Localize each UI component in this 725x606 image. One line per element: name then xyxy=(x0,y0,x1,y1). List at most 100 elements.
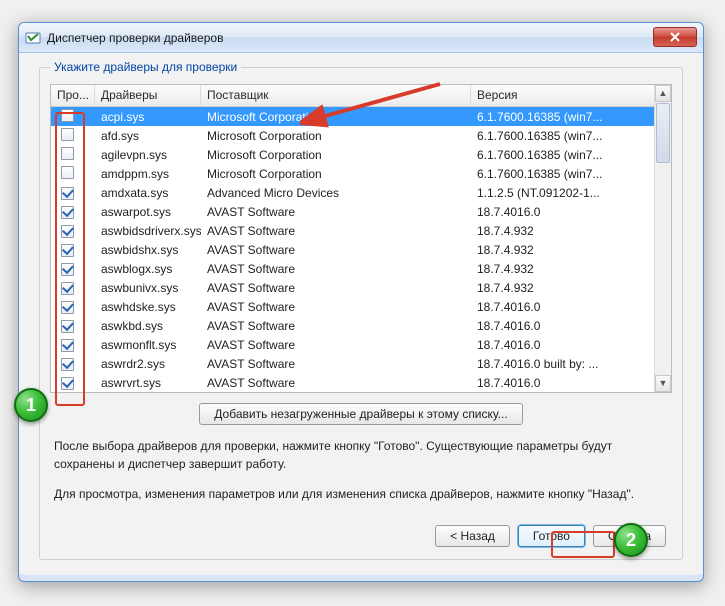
cell-driver: aswbunivx.sys xyxy=(95,280,201,296)
table-row[interactable]: amdppm.sysMicrosoft Corporation6.1.7600.… xyxy=(51,164,671,183)
finish-button[interactable]: Готово xyxy=(518,525,585,547)
cell-version: 1.1.2.5 (NT.091202-1... xyxy=(471,185,671,201)
driver-groupbox: Укажите драйверы для проверки Про... Дра… xyxy=(39,67,683,560)
scroll-thumb[interactable] xyxy=(656,103,670,163)
cancel-button[interactable]: Отмена xyxy=(593,525,666,547)
chevron-up-icon: ▲ xyxy=(659,89,668,98)
cell-vendor: AVAST Software xyxy=(201,337,471,353)
row-checkbox[interactable] xyxy=(61,166,74,179)
cell-vendor: AVAST Software xyxy=(201,261,471,277)
cell-version: 6.1.7600.16385 (win7... xyxy=(471,128,671,144)
row-checkbox[interactable] xyxy=(61,282,74,295)
row-checkbox[interactable] xyxy=(61,109,74,122)
cell-driver: acpi.sys xyxy=(95,109,201,125)
scroll-up-button[interactable]: ▲ xyxy=(655,85,671,102)
cell-version: 18.7.4016.0 xyxy=(471,318,671,334)
table-row[interactable]: aswbidsdriverx.sysAVAST Software18.7.4.9… xyxy=(51,221,671,240)
cell-version: 18.7.4.932 xyxy=(471,261,671,277)
chevron-down-icon: ▼ xyxy=(659,379,668,388)
cell-version: 18.7.4016.0 xyxy=(471,375,671,391)
cell-version: 18.7.4.932 xyxy=(471,242,671,258)
row-checkbox[interactable] xyxy=(61,244,74,257)
table-row[interactable]: amdxata.sysAdvanced Micro Devices1.1.2.5… xyxy=(51,183,671,202)
cell-vendor: AVAST Software xyxy=(201,204,471,220)
table-row[interactable]: aswhdske.sysAVAST Software18.7.4016.0 xyxy=(51,297,671,316)
vertical-scrollbar[interactable]: ▲ ▼ xyxy=(654,85,671,392)
cell-vendor: AVAST Software xyxy=(201,299,471,315)
cell-version: 6.1.7600.16385 (win7... xyxy=(471,109,671,125)
dialog-window: Диспетчер проверки драйверов Укажите дра… xyxy=(18,22,704,582)
cell-version: 18.7.4016.0 xyxy=(471,337,671,353)
row-checkbox[interactable] xyxy=(61,225,74,238)
cell-vendor: AVAST Software xyxy=(201,280,471,296)
close-button[interactable] xyxy=(653,27,697,47)
row-checkbox[interactable] xyxy=(61,187,74,200)
row-checkbox[interactable] xyxy=(61,377,74,390)
row-checkbox[interactable] xyxy=(61,147,74,160)
cell-version: 18.7.4016.0 xyxy=(471,299,671,315)
cell-version: 18.7.4016.0 xyxy=(471,204,671,220)
cell-driver: aswbidsdriverx.sys xyxy=(95,223,201,239)
listview-header[interactable]: Про... Драйверы Поставщик Версия xyxy=(51,85,671,107)
cell-driver: amdppm.sys xyxy=(95,166,201,182)
cell-driver: aswrvrt.sys xyxy=(95,375,201,391)
dialog-button-row: < Назад Готово Отмена xyxy=(50,525,672,547)
cell-version: 6.1.7600.16385 (win7... xyxy=(471,166,671,182)
column-header-driver[interactable]: Драйверы xyxy=(95,85,201,106)
titlebar[interactable]: Диспетчер проверки драйверов xyxy=(19,23,703,53)
table-row[interactable]: aswbidshx.sysAVAST Software18.7.4.932 xyxy=(51,240,671,259)
column-header-check[interactable]: Про... xyxy=(51,85,95,106)
cell-vendor: Microsoft Corporation xyxy=(201,109,471,125)
listview-body: acpi.sysMicrosoft Corporation6.1.7600.16… xyxy=(51,107,671,392)
cell-driver: aswblogx.sys xyxy=(95,261,201,277)
cell-driver: aswkbd.sys xyxy=(95,318,201,334)
add-unloaded-button[interactable]: Добавить незагруженные драйверы к этому … xyxy=(199,403,522,425)
cell-vendor: AVAST Software xyxy=(201,318,471,334)
table-row[interactable]: aswarpot.sysAVAST Software18.7.4016.0 xyxy=(51,202,671,221)
back-button[interactable]: < Назад xyxy=(435,525,510,547)
cell-driver: aswhdske.sys xyxy=(95,299,201,315)
table-row[interactable]: aswblogx.sysAVAST Software18.7.4.932 xyxy=(51,259,671,278)
table-row[interactable]: aswrvrt.sysAVAST Software18.7.4016.0 xyxy=(51,373,671,392)
table-row[interactable]: acpi.sysMicrosoft Corporation6.1.7600.16… xyxy=(51,107,671,126)
cell-driver: aswmonflt.sys xyxy=(95,337,201,353)
scroll-down-button[interactable]: ▼ xyxy=(655,375,671,392)
cell-driver: amdxata.sys xyxy=(95,185,201,201)
row-checkbox[interactable] xyxy=(61,128,74,141)
row-checkbox[interactable] xyxy=(61,301,74,314)
table-row[interactable]: aswmonflt.sysAVAST Software18.7.4016.0 xyxy=(51,335,671,354)
cell-driver: aswrdr2.sys xyxy=(95,356,201,372)
row-checkbox[interactable] xyxy=(61,358,74,371)
cell-vendor: AVAST Software xyxy=(201,223,471,239)
cell-vendor: Microsoft Corporation xyxy=(201,147,471,163)
cell-version: 18.7.4.932 xyxy=(471,223,671,239)
window-title: Диспетчер проверки драйверов xyxy=(47,31,223,45)
table-row[interactable]: aswbunivx.sysAVAST Software18.7.4.932 xyxy=(51,278,671,297)
cell-vendor: Advanced Micro Devices xyxy=(201,185,471,201)
cell-driver: aswarpot.sys xyxy=(95,204,201,220)
info-paragraph-1: После выбора драйверов для проверки, наж… xyxy=(54,437,668,473)
client-area: Укажите драйверы для проверки Про... Дра… xyxy=(19,53,703,574)
cell-vendor: AVAST Software xyxy=(201,242,471,258)
row-checkbox[interactable] xyxy=(61,206,74,219)
table-row[interactable]: aswrdr2.sysAVAST Software18.7.4016.0 bui… xyxy=(51,354,671,373)
row-checkbox[interactable] xyxy=(61,320,74,333)
cell-driver: aswbidshx.sys xyxy=(95,242,201,258)
table-row[interactable]: afd.sysMicrosoft Corporation6.1.7600.163… xyxy=(51,126,671,145)
row-checkbox[interactable] xyxy=(61,263,74,276)
info-paragraph-2: Для просмотра, изменения параметров или … xyxy=(54,485,668,503)
cell-vendor: Microsoft Corporation xyxy=(201,166,471,182)
cell-driver: agilevpn.sys xyxy=(95,147,201,163)
driver-listview[interactable]: Про... Драйверы Поставщик Версия acpi.sy… xyxy=(50,84,672,393)
row-checkbox[interactable] xyxy=(61,339,74,352)
table-row[interactable]: aswkbd.sysAVAST Software18.7.4016.0 xyxy=(51,316,671,335)
cell-vendor: AVAST Software xyxy=(201,375,471,391)
column-header-vendor[interactable]: Поставщик xyxy=(201,85,471,106)
cell-driver: afd.sys xyxy=(95,128,201,144)
cell-version: 6.1.7600.16385 (win7... xyxy=(471,147,671,163)
app-icon xyxy=(25,30,41,46)
table-row[interactable]: agilevpn.sysMicrosoft Corporation6.1.760… xyxy=(51,145,671,164)
cell-version: 18.7.4.932 xyxy=(471,280,671,296)
cell-version: 18.7.4016.0 built by: ... xyxy=(471,356,671,372)
column-header-version[interactable]: Версия xyxy=(471,85,671,106)
